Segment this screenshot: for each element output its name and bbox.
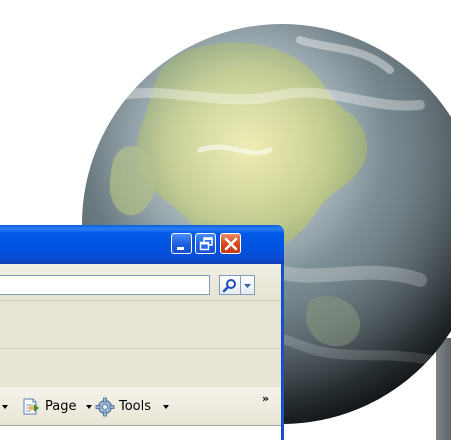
title-bar[interactable] [0,225,284,264]
restore-icon [199,237,213,251]
close-icon [224,237,238,251]
magnifier-icon [222,279,236,293]
close-button[interactable] [220,233,241,254]
divider [0,300,281,301]
page-menu-button[interactable]: Page [21,397,106,417]
divider [0,348,281,349]
background-panel [436,338,451,440]
chevron-down-icon [163,405,169,409]
minimize-icon [177,247,184,250]
restore-button[interactable] [195,233,216,254]
toolbar-overflow-button[interactable]: » [262,393,269,404]
search-dropdown-button[interactable] [241,275,255,295]
gear-icon [95,397,115,417]
browser-chrome: Page Tools » [0,264,281,440]
address-value [0,280,1,294]
chevron-down-icon [244,284,251,288]
minimize-button[interactable] [171,233,192,254]
page-icon [23,398,39,415]
chevron-down-icon[interactable] [2,405,8,409]
tools-menu-button[interactable]: Tools [95,397,175,417]
address-row [0,264,281,300]
browser-window: Page Tools » [0,225,284,440]
desktop: Page Tools » [0,0,451,440]
search-button[interactable] [219,275,241,295]
window-frame [281,264,284,440]
command-bar: Page Tools » [0,387,281,425]
chevron-down-icon [86,405,92,409]
address-input[interactable] [0,275,210,295]
content-area [0,425,281,440]
page-menu-label: Page [45,399,77,414]
tools-menu-label: Tools [119,399,152,414]
